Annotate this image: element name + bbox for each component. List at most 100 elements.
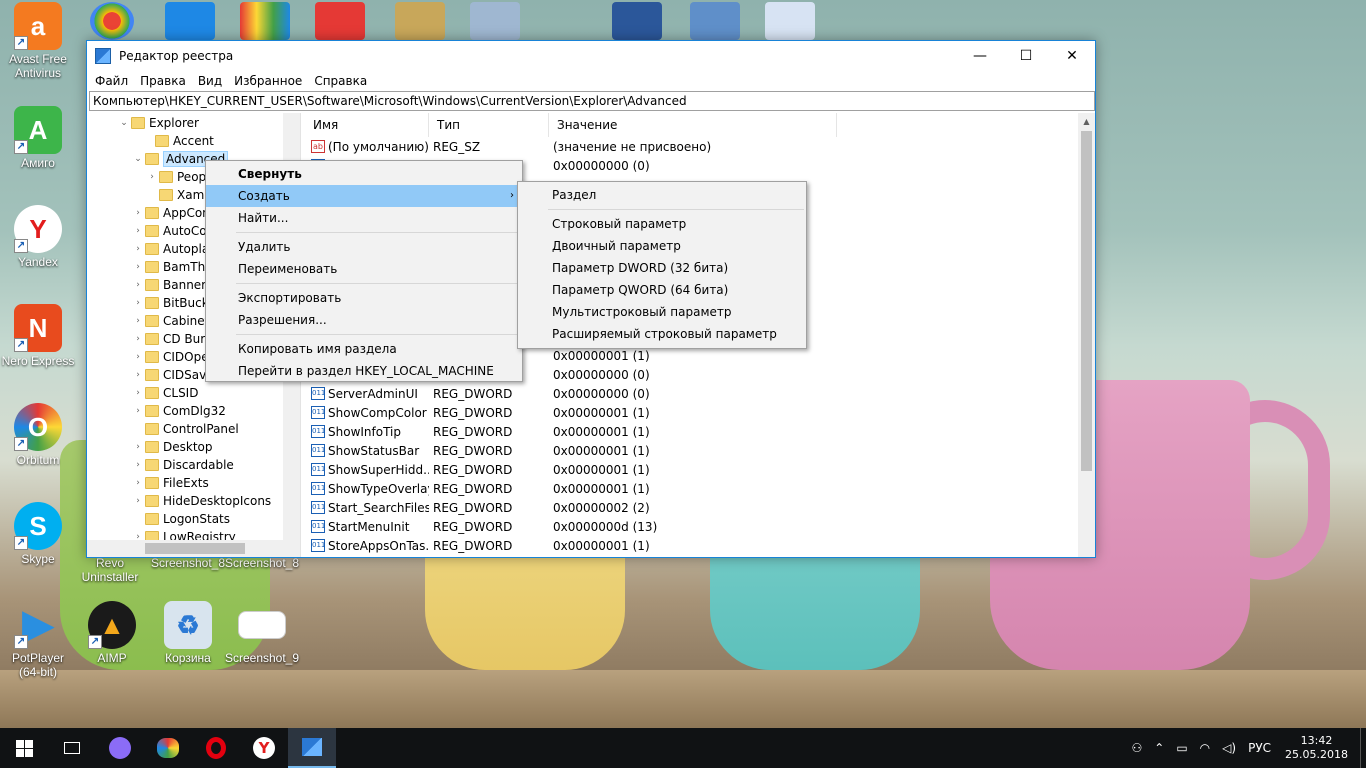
tree-expander-icon[interactable]: › — [131, 208, 145, 218]
menu-item-delete[interactable]: Удалить — [206, 236, 522, 258]
tree-item[interactable]: LogonStats — [87, 510, 300, 528]
wifi-icon[interactable]: ◠ — [1200, 741, 1210, 755]
desktop-icon-orbitum[interactable]: O ↗ Orbitum — [0, 403, 76, 467]
tree-item[interactable]: ⌄ Explorer — [87, 114, 300, 132]
chrome-desktop-icon[interactable] — [90, 2, 134, 40]
tree-expander-icon[interactable]: › — [131, 298, 145, 308]
menu-help[interactable]: Справка — [308, 74, 373, 88]
photos-desktop-icon[interactable] — [240, 2, 290, 40]
menu-item-collapse[interactable]: Свернуть — [206, 163, 522, 185]
tree-expander-icon[interactable]: › — [131, 406, 145, 416]
tree-expander-icon[interactable]: ⌄ — [131, 154, 145, 164]
menu-item-export[interactable]: Экспортировать — [206, 287, 522, 309]
desktop-icon-yandex[interactable]: Y ↗ Yandex — [0, 205, 76, 269]
taskbar-app-yandex[interactable]: Y — [240, 728, 288, 768]
submenu-item-expandable-string-value[interactable]: Расширяемый строковый параметр — [518, 323, 806, 345]
maximize-button[interactable]: ☐ — [1003, 41, 1049, 71]
tools-desktop-icon[interactable] — [690, 2, 740, 40]
tree-expander-icon[interactable]: › — [145, 172, 159, 182]
tree-expander-icon[interactable]: › — [131, 226, 145, 236]
language-indicator[interactable]: РУС — [1248, 741, 1271, 755]
menu-item-create[interactable]: Создать › — [206, 185, 522, 207]
submenu-item-string-value[interactable]: Строковый параметр — [518, 213, 806, 235]
tree-expander-icon[interactable]: › — [131, 262, 145, 272]
table-row[interactable]: 011 ShowStatusBar REG_DWORD 0x00000001 (1) — [305, 441, 1095, 460]
title-bar[interactable]: Редактор реестра — ☐ ✕ — [87, 41, 1095, 71]
show-hidden-icons-chevron-icon[interactable]: ⌃ — [1154, 741, 1164, 755]
taskbar-app-paint[interactable] — [144, 728, 192, 768]
table-row[interactable]: 011 ShowCompColor REG_DWORD 0x00000001 (1) — [305, 403, 1095, 422]
tree-expander-icon[interactable]: › — [131, 496, 145, 506]
tree-expander-icon[interactable]: › — [131, 316, 145, 326]
menu-item-rename[interactable]: Переименовать — [206, 258, 522, 280]
menu-item-goto-hklm[interactable]: Перейти в раздел HKEY_LOCAL_MACHINE — [206, 360, 522, 382]
desktop-icon-screenshot8a[interactable]: Screenshot_8 — [150, 556, 226, 570]
table-row[interactable]: 011 ShowSuperHidd... REG_DWORD 0x00000001 (… — [305, 460, 1095, 479]
folder-desktop-icon[interactable] — [395, 2, 445, 40]
desktop-icon-recycle-bin[interactable]: ♻ Корзина — [150, 601, 226, 665]
tree-item[interactable]: Accent — [87, 132, 300, 150]
address-bar[interactable]: Компьютер\HKEY_CURRENT_USER\Software\Mic… — [89, 91, 1095, 111]
submenu-item-qword-value[interactable]: Параметр QWORD (64 бита) — [518, 279, 806, 301]
word-document-desktop-icon[interactable] — [765, 2, 815, 40]
scrollbar-thumb[interactable] — [145, 543, 245, 554]
desktop-icon-revo[interactable]: Revo Uninstaller — [80, 556, 140, 584]
menu-file[interactable]: Файл — [89, 74, 134, 88]
tree-item[interactable]: › Desktop — [87, 438, 300, 456]
voice-assistant-button[interactable] — [96, 728, 144, 768]
battery-icon[interactable]: ▭ — [1176, 741, 1187, 755]
windows-desktop-icon[interactable] — [165, 2, 215, 40]
tree-expander-icon[interactable]: › — [131, 388, 145, 398]
menu-item-copy-key-name[interactable]: Копировать имя раздела — [206, 338, 522, 360]
start-button[interactable] — [0, 728, 48, 768]
table-row[interactable]: 011 ShowTypeOverlay REG_DWORD 0x00000001 (1… — [305, 479, 1095, 498]
tree-expander-icon[interactable]: › — [131, 460, 145, 470]
tree-item[interactable]: › HideDesktopIcons — [87, 492, 300, 510]
tree-expander-icon[interactable]: › — [131, 280, 145, 290]
taskbar-app-registry-editor[interactable] — [288, 728, 336, 768]
camera-desktop-icon[interactable] — [315, 2, 365, 40]
tree-expander-icon[interactable]: › — [131, 442, 145, 452]
tree-item[interactable]: › FileExts — [87, 474, 300, 492]
minimize-button[interactable]: — — [957, 41, 1003, 71]
desktop-icon-nero[interactable]: N ↗ Nero Express — [0, 304, 76, 368]
desktop-icon-avast[interactable]: a ↗ Avast Free Antivirus — [0, 2, 76, 80]
tree-item[interactable]: ControlPanel — [87, 420, 300, 438]
people-icon[interactable]: ⚇ — [1132, 741, 1143, 755]
taskbar-app-opera[interactable] — [192, 728, 240, 768]
tree-expander-icon[interactable]: ⌄ — [117, 118, 131, 128]
desktop-icon-screenshot8b[interactable]: Screenshot_8 — [224, 556, 300, 570]
tree-expander-icon[interactable]: › — [131, 478, 145, 488]
desktop-icon-amigo[interactable]: A ↗ Амиго — [0, 106, 76, 170]
desktop-icon-aimp[interactable]: ▲ ↗ AIMP — [74, 601, 150, 665]
word-desktop-icon[interactable] — [612, 2, 662, 40]
desktop-icon-skype[interactable]: S ↗ Skype — [0, 502, 76, 566]
menu-item-find[interactable]: Найти... — [206, 207, 522, 229]
volume-icon[interactable]: ◁) — [1222, 741, 1236, 755]
tree-item[interactable]: › ComDlg32 — [87, 402, 300, 420]
scrollbar-thumb[interactable] — [1081, 131, 1092, 471]
file-desktop-icon[interactable] — [470, 2, 520, 40]
menu-edit[interactable]: Правка — [134, 74, 192, 88]
submenu-item-dword-value[interactable]: Параметр DWORD (32 бита) — [518, 257, 806, 279]
menu-item-permissions[interactable]: Разрешения... — [206, 309, 522, 331]
close-button[interactable]: ✕ — [1049, 41, 1095, 71]
column-header-name[interactable]: Имя — [305, 113, 429, 137]
menu-favorites[interactable]: Избранное — [228, 74, 308, 88]
desktop-icon-screenshot9[interactable]: Screenshot_9 — [224, 601, 300, 665]
tree-item[interactable]: › CLSID — [87, 384, 300, 402]
submenu-item-binary-value[interactable]: Двоичный параметр — [518, 235, 806, 257]
table-row[interactable]: 011 ShowInfoTip REG_DWORD 0x00000001 (1) — [305, 422, 1095, 441]
tree-expander-icon[interactable]: › — [131, 352, 145, 362]
table-row[interactable]: 011 Start_SearchFiles REG_DWORD 0x00000002 … — [305, 498, 1095, 517]
tree-expander-icon[interactable]: › — [131, 334, 145, 344]
column-header-type[interactable]: Тип — [429, 113, 549, 137]
submenu-item-multistring-value[interactable]: Мультистроковый параметр — [518, 301, 806, 323]
column-header-value[interactable]: Значение — [549, 113, 837, 137]
tree-item[interactable]: › Discardable — [87, 456, 300, 474]
clock[interactable]: 13:42 25.05.2018 — [1285, 734, 1348, 762]
table-row[interactable]: 011 StartMenuInit REG_DWORD 0x0000000d (13) — [305, 517, 1095, 536]
table-row[interactable]: 011 StoreAppsOnTas... REG_DWORD 0x00000001 … — [305, 536, 1095, 555]
tree-expander-icon[interactable]: › — [131, 370, 145, 380]
show-desktop-button[interactable] — [1360, 728, 1366, 768]
